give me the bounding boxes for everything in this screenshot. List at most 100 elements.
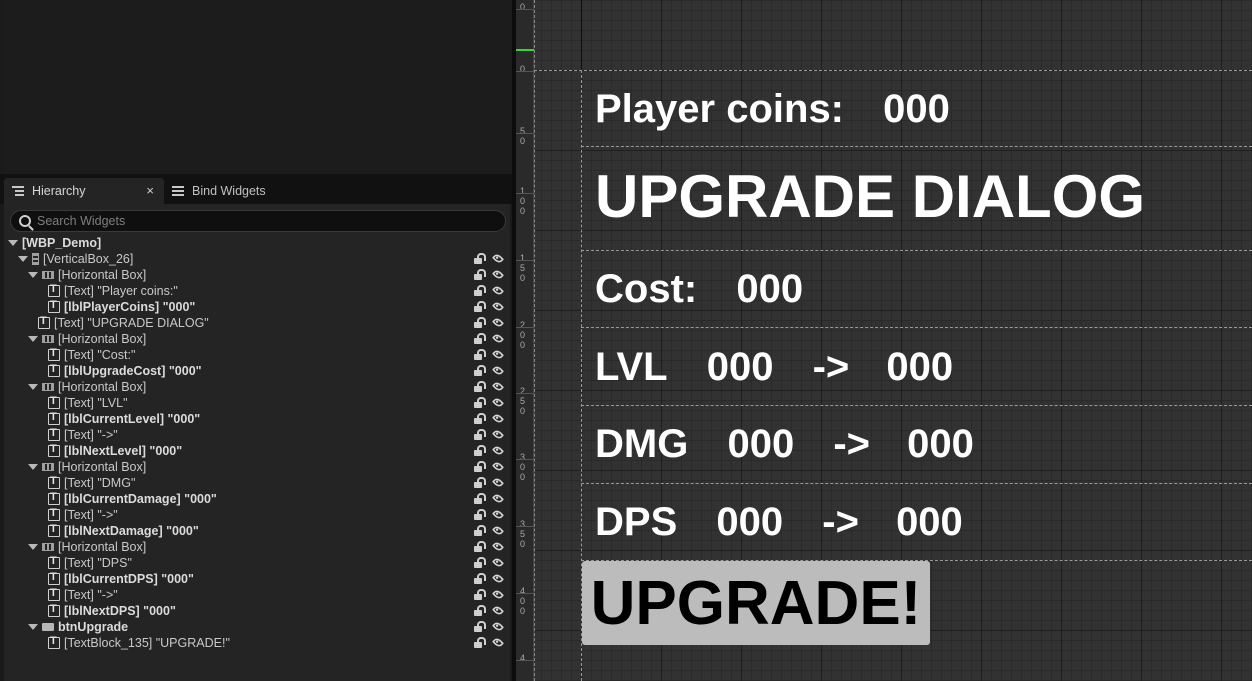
visibility-eye-icon[interactable] [492,460,504,473]
lock-icon[interactable] [473,509,486,520]
tree-row[interactable]: [Text] "->" [4,507,510,523]
visibility-eye-icon[interactable] [492,588,504,601]
tree-row[interactable]: [Horizontal Box] [4,379,510,395]
visibility-eye-icon[interactable] [492,508,504,521]
lock-icon[interactable] [473,477,486,488]
lock-icon[interactable] [473,253,486,264]
tree-row[interactable]: [Text] "LVL" [4,395,510,411]
damage-row[interactable]: DMG 000 -> 000 [595,424,974,464]
player-coins-row[interactable]: Player coins: 000 [595,89,950,129]
visibility-eye-icon[interactable] [492,284,504,297]
visibility-eye-icon[interactable] [492,396,504,409]
tree-row[interactable]: [WBP_Demo] [4,235,510,251]
search-input[interactable] [37,214,477,228]
lock-icon[interactable] [473,461,486,472]
tree-row[interactable]: [Horizontal Box] [4,267,510,283]
expand-arrow-icon[interactable] [18,256,28,262]
lock-icon[interactable] [473,621,486,632]
search-box[interactable] [10,210,506,232]
tree-row[interactable]: [Text] "->" [4,587,510,603]
lock-icon[interactable] [473,349,486,360]
tree-row-label: [Horizontal Box] [58,268,147,282]
expand-arrow-icon[interactable] [28,544,38,550]
visibility-eye-icon[interactable] [492,428,504,441]
tree-row[interactable]: [lblNextLevel] "000" [4,443,510,459]
lock-icon[interactable] [473,381,486,392]
lock-icon[interactable] [473,397,486,408]
expand-arrow-icon[interactable] [8,240,18,246]
lock-icon[interactable] [473,317,486,328]
tab-bind-widgets[interactable]: Bind Widgets [166,178,306,204]
visibility-eye-icon[interactable] [492,524,504,537]
tree-row[interactable]: [Horizontal Box] [4,331,510,347]
damage-label: DMG [595,422,689,466]
lock-icon[interactable] [473,429,486,440]
expand-arrow-icon[interactable] [28,384,38,390]
tree-row[interactable]: [Text] "Cost:" [4,347,510,363]
lock-icon[interactable] [473,445,486,456]
tree-row[interactable]: [Text] "UPGRADE DIALOG" [4,315,510,331]
lock-icon[interactable] [473,301,486,312]
lock-icon[interactable] [473,365,486,376]
tree-row[interactable]: [lblCurrentDPS] "000" [4,571,510,587]
visibility-eye-icon[interactable] [492,636,504,649]
visibility-eye-icon[interactable] [492,364,504,377]
lock-icon[interactable] [473,541,486,552]
expand-arrow-icon[interactable] [28,272,38,278]
level-row[interactable]: LVL 000 -> 000 [595,347,953,387]
tab-hierarchy[interactable]: Hierarchy × [4,178,164,204]
visibility-eye-icon[interactable] [492,492,504,505]
lock-icon[interactable] [473,413,486,424]
visibility-eye-icon[interactable] [492,444,504,457]
tree-row[interactable]: [Horizontal Box] [4,459,510,475]
lock-icon[interactable] [473,637,486,648]
tree-row[interactable]: [lblNextDPS] "000" [4,603,510,619]
expand-arrow-icon[interactable] [28,336,38,342]
expand-arrow-icon[interactable] [28,624,38,630]
tree-row[interactable]: [lblCurrentDamage] "000" [4,491,510,507]
tree-row[interactable]: [Horizontal Box] [4,539,510,555]
lock-icon[interactable] [473,573,486,584]
tree-row[interactable]: [Text] "DMG" [4,475,510,491]
tree-row[interactable]: [VerticalBox_26] [4,251,510,267]
visibility-eye-icon[interactable] [492,348,504,361]
expand-arrow-icon[interactable] [28,464,38,470]
tree-row[interactable]: [lblPlayerCoins] "000" [4,299,510,315]
tree-row[interactable]: [lblUpgradeCost] "000" [4,363,510,379]
lock-icon[interactable] [473,493,486,504]
close-icon[interactable]: × [146,183,154,198]
upgrade-button[interactable]: UPGRADE! [582,561,930,645]
visibility-eye-icon[interactable] [492,572,504,585]
lock-icon[interactable] [473,333,486,344]
visibility-eye-icon[interactable] [492,476,504,489]
tree-row[interactable]: [TextBlock_135] "UPGRADE!" [4,635,510,651]
tree-row[interactable]: [Text] "Player coins:" [4,283,510,299]
tree-row[interactable]: [Text] "DPS" [4,555,510,571]
tree-row[interactable]: [Text] "->" [4,427,510,443]
visibility-eye-icon[interactable] [492,300,504,313]
visibility-eye-icon[interactable] [492,540,504,553]
visibility-eye-icon[interactable] [492,604,504,617]
lock-icon[interactable] [473,557,486,568]
visibility-eye-icon[interactable] [492,268,504,281]
lock-icon[interactable] [473,525,486,536]
lock-icon[interactable] [473,269,486,280]
tree-row[interactable]: btnUpgrade [4,619,510,635]
tree-row[interactable]: [lblNextDamage] "000" [4,523,510,539]
cost-row[interactable]: Cost: 000 [595,269,803,309]
visibility-eye-icon[interactable] [492,332,504,345]
tree-row[interactable]: [lblCurrentLevel] "000" [4,411,510,427]
visibility-eye-icon[interactable] [492,620,504,633]
lock-icon[interactable] [473,589,486,600]
dps-row[interactable]: DPS 000 -> 000 [595,502,963,542]
visibility-eye-icon[interactable] [492,380,504,393]
dialog-title[interactable]: UPGRADE DIALOG [595,167,1145,227]
designer-canvas[interactable]: Player coins: 000 UPGRADE DIALOG Cost: 0… [534,0,1252,681]
lock-icon[interactable] [473,285,486,296]
visibility-eye-icon[interactable] [492,252,504,265]
visibility-eye-icon[interactable] [492,412,504,425]
visibility-eye-icon[interactable] [492,556,504,569]
text-widget-icon [48,635,60,649]
visibility-eye-icon[interactable] [492,316,504,329]
lock-icon[interactable] [473,605,486,616]
